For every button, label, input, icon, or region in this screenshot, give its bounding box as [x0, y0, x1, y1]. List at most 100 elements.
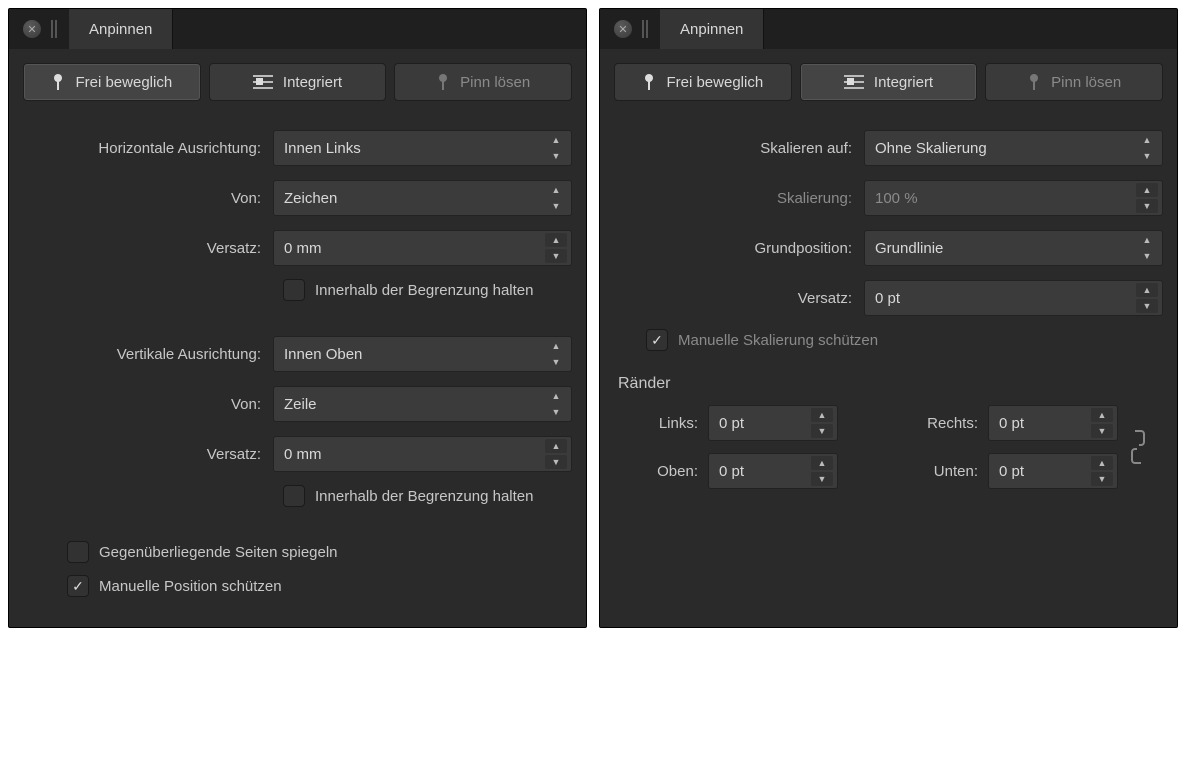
- scaling-input: 100 % ▲▼: [864, 180, 1163, 216]
- mode-label: Integriert: [874, 74, 933, 91]
- scale-to-select[interactable]: Ohne Skalierung ▲▼: [864, 130, 1163, 166]
- step-up-icon[interactable]: ▲: [811, 456, 833, 470]
- step-up-icon[interactable]: ▲: [811, 408, 833, 422]
- scaling-row: Skalierung: 100 % ▲▼: [614, 173, 1163, 223]
- checkbox-label: Innerhalb der Begrenzung halten: [315, 488, 534, 505]
- step-down-icon[interactable]: ▼: [545, 455, 567, 469]
- margin-right-input[interactable]: 0 pt ▲ ▼: [988, 405, 1118, 441]
- input-value: 0 pt: [999, 463, 1024, 480]
- mirror-pages-checkbox[interactable]: [67, 541, 89, 563]
- step-up-icon[interactable]: ▲: [1091, 408, 1113, 422]
- v-from-label: Von:: [23, 396, 273, 413]
- h-offset-row: Versatz: 0 mm ▲▼: [23, 223, 572, 273]
- close-icon[interactable]: ✕: [614, 20, 632, 38]
- step-down-icon[interactable]: ▼: [811, 472, 833, 486]
- tab-bar: ✕ Anpinnen: [600, 9, 1177, 49]
- scale-to-label: Skalieren auf:: [614, 140, 864, 157]
- mode-label: Frei beweglich: [75, 74, 172, 91]
- v-from-select[interactable]: Zeile ▲ ▼: [273, 386, 572, 422]
- h-align-row: Horizontale Ausrichtung: Innen Links ▲▼: [23, 123, 572, 173]
- h-keep-inside-row: Innerhalb der Begrenzung halten: [23, 273, 572, 307]
- select-value: Innen Links: [284, 140, 361, 157]
- mode-free-button[interactable]: Frei beweglich: [23, 63, 201, 101]
- h-keep-inside-checkbox[interactable]: [283, 279, 305, 301]
- spacer: [23, 513, 572, 535]
- step-down-icon[interactable]: ▼: [1091, 472, 1113, 486]
- h-from-select[interactable]: Zeichen ▲▼: [273, 180, 572, 216]
- step-up-icon[interactable]: ▲: [545, 439, 567, 453]
- v-align-label: Vertikale Ausrichtung:: [23, 346, 273, 363]
- step-up-icon[interactable]: ▲: [545, 233, 567, 247]
- step-down-icon[interactable]: ▼: [1136, 299, 1158, 313]
- mode-unpin-button[interactable]: Pinn lösen: [985, 63, 1163, 101]
- step-up-icon[interactable]: ▲: [1136, 283, 1158, 297]
- checkbox-label: Innerhalb der Begrenzung halten: [315, 282, 534, 299]
- pin-panel-free: ✕ Anpinnen Frei beweglich Integriert Pin…: [8, 8, 587, 628]
- v-align-select[interactable]: Innen Oben ▲▼: [273, 336, 572, 372]
- margin-right-label: Rechts:: [878, 415, 988, 432]
- v-keep-inside-checkbox[interactable]: [283, 485, 305, 507]
- input-value: 0 mm: [284, 240, 322, 257]
- protect-scale-checkbox[interactable]: [646, 329, 668, 351]
- step-down-icon[interactable]: ▼: [545, 249, 567, 263]
- protect-position-checkbox[interactable]: [67, 575, 89, 597]
- h-align-select[interactable]: Innen Links ▲▼: [273, 130, 572, 166]
- step-down-icon: ▼: [1136, 199, 1158, 213]
- unpin-icon: [1027, 73, 1041, 91]
- tab-controls: ✕: [600, 9, 660, 49]
- input-value: 0 pt: [719, 415, 744, 432]
- h-from-row: Von: Zeichen ▲▼: [23, 173, 572, 223]
- checkbox-label: Gegenüberliegende Seiten spiegeln: [99, 544, 338, 561]
- link-margins-icon[interactable]: [1118, 429, 1158, 465]
- tab-anpinnen[interactable]: Anpinnen: [69, 9, 173, 49]
- chevron-up-icon: ▲: [1136, 133, 1158, 147]
- input-value: 0 pt: [999, 415, 1024, 432]
- mode-unpin-button[interactable]: Pinn lösen: [394, 63, 572, 101]
- mode-bar: Frei beweglich Integriert Pinn lösen: [600, 49, 1177, 111]
- mirror-pages-row: Gegenüberliegende Seiten spiegeln: [23, 535, 572, 569]
- checkbox-label: Manuelle Position schützen: [99, 578, 282, 595]
- mode-inline-button[interactable]: Integriert: [800, 63, 978, 101]
- select-value: Grundlinie: [875, 240, 943, 257]
- v-align-row: Vertikale Ausrichtung: Innen Oben ▲▼: [23, 329, 572, 379]
- margin-bottom-input[interactable]: 0 pt ▲ ▼: [988, 453, 1118, 489]
- mode-label: Frei beweglich: [666, 74, 763, 91]
- protect-scale-row: Manuelle Skalierung schützen: [614, 323, 1163, 357]
- v-from-row: Von: Zeile ▲ ▼: [23, 379, 572, 429]
- chevron-up-icon: ▲: [545, 389, 567, 403]
- v-offset-label: Versatz:: [23, 446, 273, 463]
- base-pos-label: Grundposition:: [614, 240, 864, 257]
- chevron-down-icon: ▼: [545, 355, 567, 369]
- h-offset-input[interactable]: 0 mm ▲ ▼: [273, 230, 572, 266]
- base-pos-select[interactable]: Grundlinie ▲▼: [864, 230, 1163, 266]
- h-align-label: Horizontale Ausrichtung:: [23, 140, 273, 157]
- panel-body: Skalieren auf: Ohne Skalierung ▲▼ Skalie…: [600, 111, 1177, 513]
- mode-label: Pinn lösen: [460, 74, 530, 91]
- inline-icon: [253, 75, 273, 89]
- chevron-down-icon: ▼: [545, 149, 567, 163]
- drag-grip-icon[interactable]: [51, 20, 59, 38]
- tab-controls: ✕: [9, 9, 69, 49]
- v-offset-input[interactable]: 0 mm ▲ ▼: [273, 436, 572, 472]
- inline-offset-input[interactable]: 0 pt ▲ ▼: [864, 280, 1163, 316]
- input-value: 0 mm: [284, 446, 322, 463]
- margin-left-label: Links:: [618, 415, 708, 432]
- step-down-icon[interactable]: ▼: [1091, 424, 1113, 438]
- margin-left-input[interactable]: 0 pt ▲ ▼: [708, 405, 838, 441]
- margin-bottom-label: Unten:: [878, 463, 988, 480]
- h-from-label: Von:: [23, 190, 273, 207]
- drag-grip-icon[interactable]: [642, 20, 650, 38]
- input-value: 100 %: [875, 190, 918, 207]
- base-pos-row: Grundposition: Grundlinie ▲▼: [614, 223, 1163, 273]
- select-value: Zeile: [284, 396, 317, 413]
- mode-bar: Frei beweglich Integriert Pinn lösen: [9, 49, 586, 111]
- mode-inline-button[interactable]: Integriert: [209, 63, 387, 101]
- tab-anpinnen[interactable]: Anpinnen: [660, 9, 764, 49]
- margin-top-input[interactable]: 0 pt▲▼: [708, 453, 838, 489]
- close-icon[interactable]: ✕: [23, 20, 41, 38]
- step-down-icon[interactable]: ▼: [811, 424, 833, 438]
- chevron-down-icon: ▼: [545, 405, 567, 419]
- mode-free-button[interactable]: Frei beweglich: [614, 63, 792, 101]
- input-value: 0 pt: [875, 290, 900, 307]
- step-up-icon[interactable]: ▲: [1091, 456, 1113, 470]
